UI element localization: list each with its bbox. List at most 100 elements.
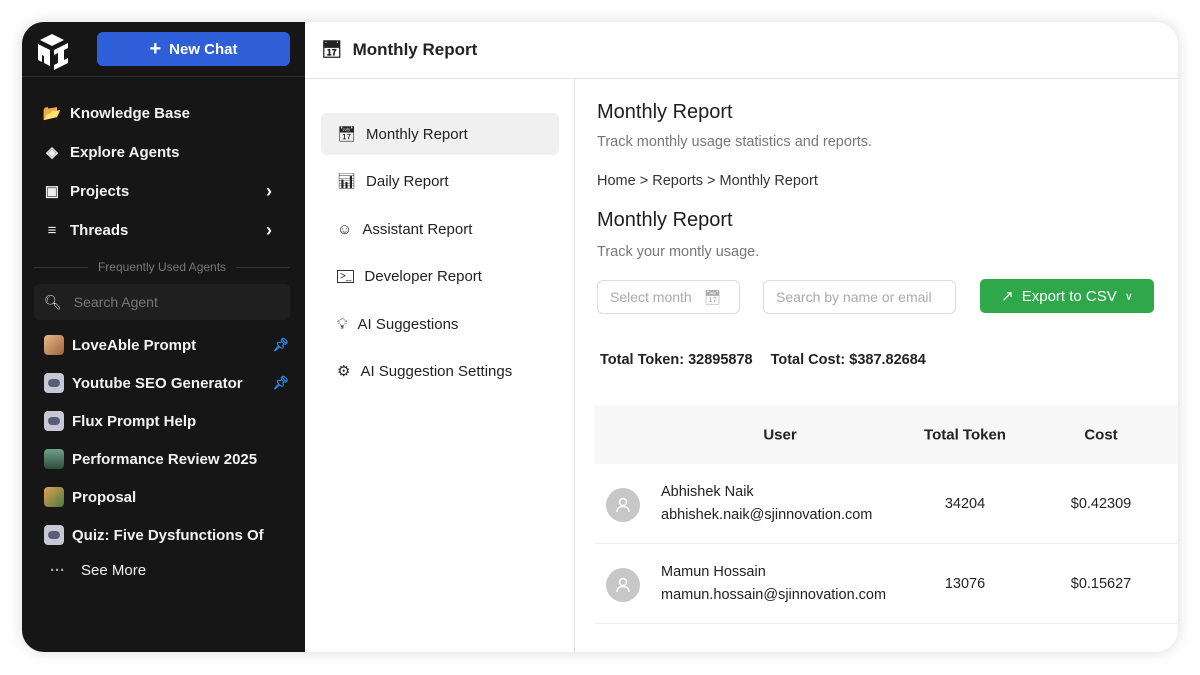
logo[interactable] (34, 30, 74, 70)
month-placeholder: Select month (610, 289, 692, 305)
subnav-label: Monthly Report (366, 125, 468, 143)
agent-item[interactable]: Youtube SEO Generator 📌︎ (44, 371, 289, 395)
chevron-right-icon: › (266, 180, 272, 201)
agent-label: Proposal (72, 488, 137, 506)
subnav-label: Developer Report (364, 267, 482, 285)
export-label: Export to CSV (1021, 287, 1117, 305)
search-icon: 🔍︎ (44, 293, 62, 310)
page-header: 📅︎ Monthly Report (305, 22, 1178, 79)
terminal-icon: >_ (337, 269, 355, 283)
subnav-assistant-report[interactable]: ☺ Assistant Report (321, 208, 559, 250)
main-title: Monthly Report (597, 101, 733, 123)
user-name: Abhishek Naik (661, 484, 754, 500)
see-more-button[interactable]: ··· See More (50, 558, 295, 582)
search-user-input[interactable]: Search by name or email (763, 280, 956, 314)
agent-label: LoveAble Prompt (72, 336, 197, 354)
total-cost: Total Cost: $387.82684 (770, 352, 926, 368)
user-cost: $0.15627 (1070, 575, 1132, 592)
subnav-ai-suggestions[interactable]: 💡︎ AI Suggestions (321, 303, 559, 345)
nav-projects[interactable]: ▣ Projects › (42, 179, 272, 203)
nav-label: Knowledge Base (70, 104, 191, 122)
subnav-ai-suggestion-settings[interactable]: ⚙ AI Suggestion Settings (321, 350, 559, 392)
subnav-label: Daily Report (366, 172, 449, 190)
subnav-daily-report[interactable]: 📊︎ Daily Report (321, 160, 559, 202)
agent-label: Quiz: Five Dysfunctions Of (72, 526, 264, 544)
archive-icon: ▣ (44, 183, 60, 200)
nav-label: Threads (70, 221, 129, 239)
breadcrumb-separator: > (639, 173, 649, 189)
table-row: Abhishek Naik abhishek.naik@sjinnovation… (594, 464, 1178, 544)
agent-label: Performance Review 2025 (72, 450, 258, 468)
avatar (606, 488, 640, 522)
subnav-label: AI Suggestions (357, 315, 459, 333)
user-email: abhishek.naik@sjinnovation.com (661, 507, 873, 523)
nav-knowledge-base[interactable]: 📂 Knowledge Base (42, 101, 272, 125)
section-title: Monthly Report (597, 209, 733, 231)
table-header: User Total Token Cost (594, 406, 1178, 464)
user-cost: $0.42309 (1070, 495, 1132, 512)
agent-label: Flux Prompt Help (72, 412, 197, 430)
user-email: mamun.hossain@sjinnovation.com (661, 587, 887, 603)
search-placeholder: Search by name or email (776, 289, 932, 305)
total-token: Total Token: 32895878 (600, 352, 753, 368)
see-more-label: See More (81, 561, 147, 579)
breadcrumb: Home > Reports > Monthly Report (597, 173, 818, 189)
bot-icon (44, 525, 64, 545)
nav-label: Explore Agents (70, 143, 180, 161)
header-total-token[interactable]: Total Token (924, 427, 1006, 444)
lightbulb-icon: 💡︎ (337, 315, 348, 333)
breadcrumb-current: Monthly Report (719, 173, 818, 189)
gear-icon: ⚙ (337, 363, 351, 380)
report-subnav: 📅︎ Monthly Report 📊︎ Daily Report ☺ Assista… (305, 79, 575, 652)
pin-icon[interactable]: 📌︎ (272, 337, 289, 353)
bot-icon (44, 373, 64, 393)
month-picker[interactable]: Select month 📅︎ (597, 280, 740, 314)
agent-thumbnail (44, 487, 64, 507)
lines-icon: ≡ (47, 221, 57, 239)
pin-icon[interactable]: 📌︎ (272, 375, 289, 391)
subnav-label: Assistant Report (362, 220, 473, 238)
header-user: User (763, 426, 797, 444)
frequent-agents-label: Frequently Used Agents (97, 260, 227, 274)
calendar-icon: 📅︎ (321, 40, 343, 59)
subnav-label: AI Suggestion Settings (360, 362, 513, 380)
ellipsis-icon: ··· (50, 561, 65, 579)
agent-item[interactable]: Proposal (44, 485, 289, 509)
header-cost[interactable]: Cost (1084, 427, 1117, 444)
main-content: Monthly Report Track monthly usage stati… (576, 79, 1178, 652)
user-tokens: 34204 (944, 495, 986, 512)
totals: Total Token: 32895878 Total Cost: $387.82… (600, 352, 926, 368)
agent-item[interactable]: Quiz: Five Dysfunctions Of (44, 523, 289, 547)
agent-item[interactable]: Flux Prompt Help (44, 409, 289, 433)
user-tokens: 13076 (944, 575, 986, 592)
breadcrumb-separator: > (707, 173, 716, 189)
breadcrumb-reports[interactable]: Reports (652, 173, 703, 189)
nav-threads[interactable]: ≡ Threads › (42, 218, 272, 242)
subnav-monthly-report[interactable]: 📅︎ Monthly Report (321, 113, 559, 155)
plus-icon: + (149, 37, 162, 60)
calendar-icon: 📅︎ (703, 288, 722, 305)
agent-item[interactable]: Performance Review 2025 (44, 447, 289, 471)
search-placeholder: Search Agent (73, 294, 158, 310)
breadcrumb-home[interactable]: Home (597, 173, 636, 189)
frequent-agents-divider: Frequently Used Agents (34, 260, 291, 274)
bot-icon (44, 411, 64, 431)
new-chat-button[interactable]: + New Chat (97, 32, 290, 66)
agent-thumbnail (44, 449, 64, 469)
sidebar: + New Chat 📂 Knowledge Base ◈ Explore Agent… (22, 22, 305, 652)
subnav-developer-report[interactable]: >_ Developer Report (321, 255, 559, 297)
agent-thumbnail (44, 335, 64, 355)
agent-item[interactable]: LoveAble Prompt 📌︎ (44, 333, 289, 357)
export-icon: ↗ (1001, 288, 1014, 305)
new-chat-label: New Chat (169, 40, 238, 58)
app-window: + New Chat 📂 Knowledge Base ◈ Explore Agent… (22, 22, 1178, 652)
nav-explore-agents[interactable]: ◈ Explore Agents (42, 140, 272, 164)
chevron-right-icon: › (266, 219, 272, 240)
folder-icon: 📂 (42, 105, 62, 122)
bar-chart-icon: 📊︎ (337, 173, 357, 190)
search-agent-input[interactable]: 🔍︎ Search Agent (34, 284, 290, 320)
avatar (606, 568, 640, 602)
divider (22, 76, 305, 77)
export-csv-button[interactable]: ↗ Export to CSV ∨ (980, 279, 1154, 313)
chevron-down-icon: ∨ (1124, 290, 1133, 303)
